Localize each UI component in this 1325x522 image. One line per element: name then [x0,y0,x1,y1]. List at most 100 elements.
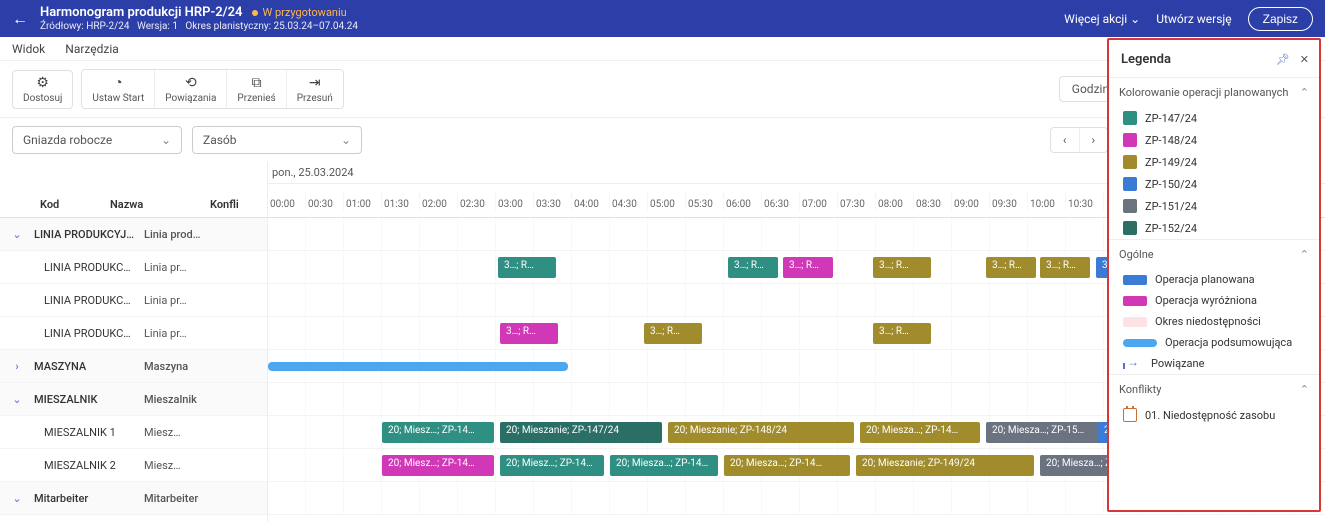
legend-highlighted: Operacja wyróżniona [1109,290,1319,311]
clock-icon: ◔ [114,74,122,91]
row-code: LINIA PRODUKCYJ… [34,228,144,241]
legend-section-general[interactable]: Ogólne⌃ [1109,240,1319,269]
legend-planned: Operacja planowana [1109,269,1319,290]
row-name: Mitarbeiter [144,492,254,505]
shift-button[interactable]: ⇥Przesuń [287,70,343,108]
gantt-bar[interactable]: 3…; R… [728,257,778,278]
back-icon[interactable]: ← [12,9,28,29]
resource-select[interactable]: Zasób⌄ [192,126,362,154]
resource-row[interactable]: ⌄MitarbeiterMitarbeiter [0,482,267,515]
save-button[interactable]: Zapisz [1248,7,1313,31]
col-name-header: Nazwa [110,198,210,211]
row-name: Linia prod… [144,228,254,241]
nav-next-button[interactable]: › [1080,128,1108,152]
row-code: LINIA PRODUKC… [34,327,144,340]
summary-bar[interactable] [268,362,568,371]
legend-panel: Legenda 📌︎ ✕ Kolorowanie operacji planow… [1107,38,1321,512]
hour-cell: 06:30 [762,191,800,210]
move-icon: ⧉ [252,75,262,91]
expand-icon[interactable]: ⌄ [0,492,34,505]
customize-button[interactable]: ⚙Dostosuj [13,71,72,108]
hour-cell: 09:00 [952,191,990,210]
gantt-bar[interactable]: 3…; R… [498,257,556,278]
date-nav: ‹ › [1050,127,1108,153]
gantt-bar[interactable]: 20; Miesza…; ZP-14… [860,422,980,443]
legend-section-conflicts[interactable]: Konflikty⌃ [1109,375,1319,404]
gantt-bar[interactable]: 20; Miesza…; ZP-14… [724,455,850,476]
resource-row[interactable]: ⌄MIESZALNIKMieszalnik [0,383,267,416]
row-name: Linia pr… [144,327,254,340]
legend-zp-item: ZP-148/24 [1109,129,1319,151]
gantt-bar[interactable]: 20; Mieszanie; ZP-148/24 [668,422,854,443]
resource-row[interactable]: LINIA PRODUKC…Linia pr… [0,251,267,284]
pin-icon[interactable]: 📌︎ [1276,53,1290,66]
row-code: MIESZALNIK 1 [34,426,144,439]
gantt-bar[interactable]: 20; Miesz…; ZP-14… [500,455,604,476]
legend-section-coloring[interactable]: Kolorowanie operacji planowanych⌃ [1109,78,1319,107]
gantt-bar[interactable]: 3…; R… [873,257,931,278]
hour-cell: 02:30 [458,191,496,210]
hour-cell: 03:30 [534,191,572,210]
gantt-bar[interactable]: 20; Miesz…; ZP-14… [382,455,494,476]
create-version-button[interactable]: Utwórz wersję [1156,12,1231,26]
gear-icon: ⚙ [36,75,49,91]
legend-unavailable: Okres niedostępności [1109,311,1319,332]
menu-tools[interactable]: Narzędzia [65,42,119,56]
row-name: Linia pr… [144,294,254,307]
hour-cell: 01:30 [382,191,420,210]
gantt-bar[interactable]: 3…; R… [1040,257,1090,278]
chevron-up-icon: ⌃ [1300,248,1309,261]
chevron-down-icon: ⌄ [1130,12,1140,26]
legend-title: Legenda [1121,52,1171,67]
row-code: MIESZALNIK 2 [34,459,144,472]
gantt-bar[interactable]: 3…; R… [644,323,702,344]
set-start-button[interactable]: ◔Ustaw Start [82,70,155,108]
gantt-bar[interactable]: 3…; R… [500,323,558,344]
hour-cell: 02:00 [420,191,458,210]
nav-prev-button[interactable]: ‹ [1051,128,1080,152]
expand-icon[interactable]: ⌄ [0,393,34,406]
row-code: MASZYNA [34,360,144,373]
resource-row[interactable]: LINIA PRODUKC…Linia pr… [0,284,267,317]
resource-row[interactable]: MIESZALNIK 1Miesz… [0,416,267,449]
move-button[interactable]: ⧉Przenieś [227,70,286,108]
gantt-bar[interactable]: 20; Mieszanie; ZP-149/24 [856,455,1034,476]
workcenter-select[interactable]: Gniazda robocze⌄ [12,126,182,154]
gantt-bar[interactable]: 3…; R… [873,323,931,344]
resource-row[interactable]: ⌄LINIA PRODUKCYJ…Linia prod… [0,218,267,251]
hour-cell: 05:30 [686,191,724,210]
hour-cell: 09:30 [990,191,1028,210]
gantt-bar[interactable]: 20; Miesz…; ZP-14… [382,422,494,443]
legend-zp-item: ZP-149/24 [1109,151,1319,173]
more-actions-button[interactable]: Więcej akcji ⌄ [1064,12,1140,26]
gantt-bar[interactable]: 20; Miesza…; ZP-14… [610,455,718,476]
row-code: Mitarbeiter [34,492,144,505]
row-name: Miesz… [144,459,254,472]
chevron-down-icon: ⌄ [341,133,351,147]
gantt-bar[interactable]: 20; Mieszanie; ZP-147/24 [500,422,662,443]
links-button[interactable]: ⟲Powiązania [155,70,227,108]
close-icon[interactable]: ✕ [1300,53,1309,66]
col-conflict-header: Konfli [210,198,260,211]
expand-icon[interactable]: ⌄ [0,228,34,241]
hour-cell: 08:00 [876,191,914,210]
row-name: Mieszalnik [144,393,254,406]
resource-row[interactable]: ›MASZYNAMaszyna [0,350,267,383]
gantt-bar[interactable]: 3…; R… [986,257,1036,278]
header-subline: Źródłowy: HRP-2/24 Wersja: 1 Okres plani… [40,21,358,32]
legend-conflict-1: 01. Niedostępność zasobu [1109,404,1319,426]
row-name: Maszyna [144,360,254,373]
row-code: MIESZALNIK [34,393,144,406]
menu-view[interactable]: Widok [12,42,45,56]
row-name: Linia pr… [144,261,254,274]
calendar-icon [1123,408,1137,422]
hour-cell: 00:30 [306,191,344,210]
expand-icon[interactable]: › [0,360,34,373]
gantt-bar[interactable]: 3…; R… [783,257,833,278]
legend-zp-item: ZP-152/24 [1109,217,1319,239]
resource-row[interactable]: MIESZALNIK 2Miesz… [0,449,267,482]
gantt-bar[interactable]: 20; Miesza…; ZP-15… [986,422,1112,443]
chevron-down-icon: ⌄ [161,133,171,147]
resource-row[interactable]: LINIA PRODUKC…Linia pr… [0,317,267,350]
legend-zp-item: ZP-147/24 [1109,107,1319,129]
